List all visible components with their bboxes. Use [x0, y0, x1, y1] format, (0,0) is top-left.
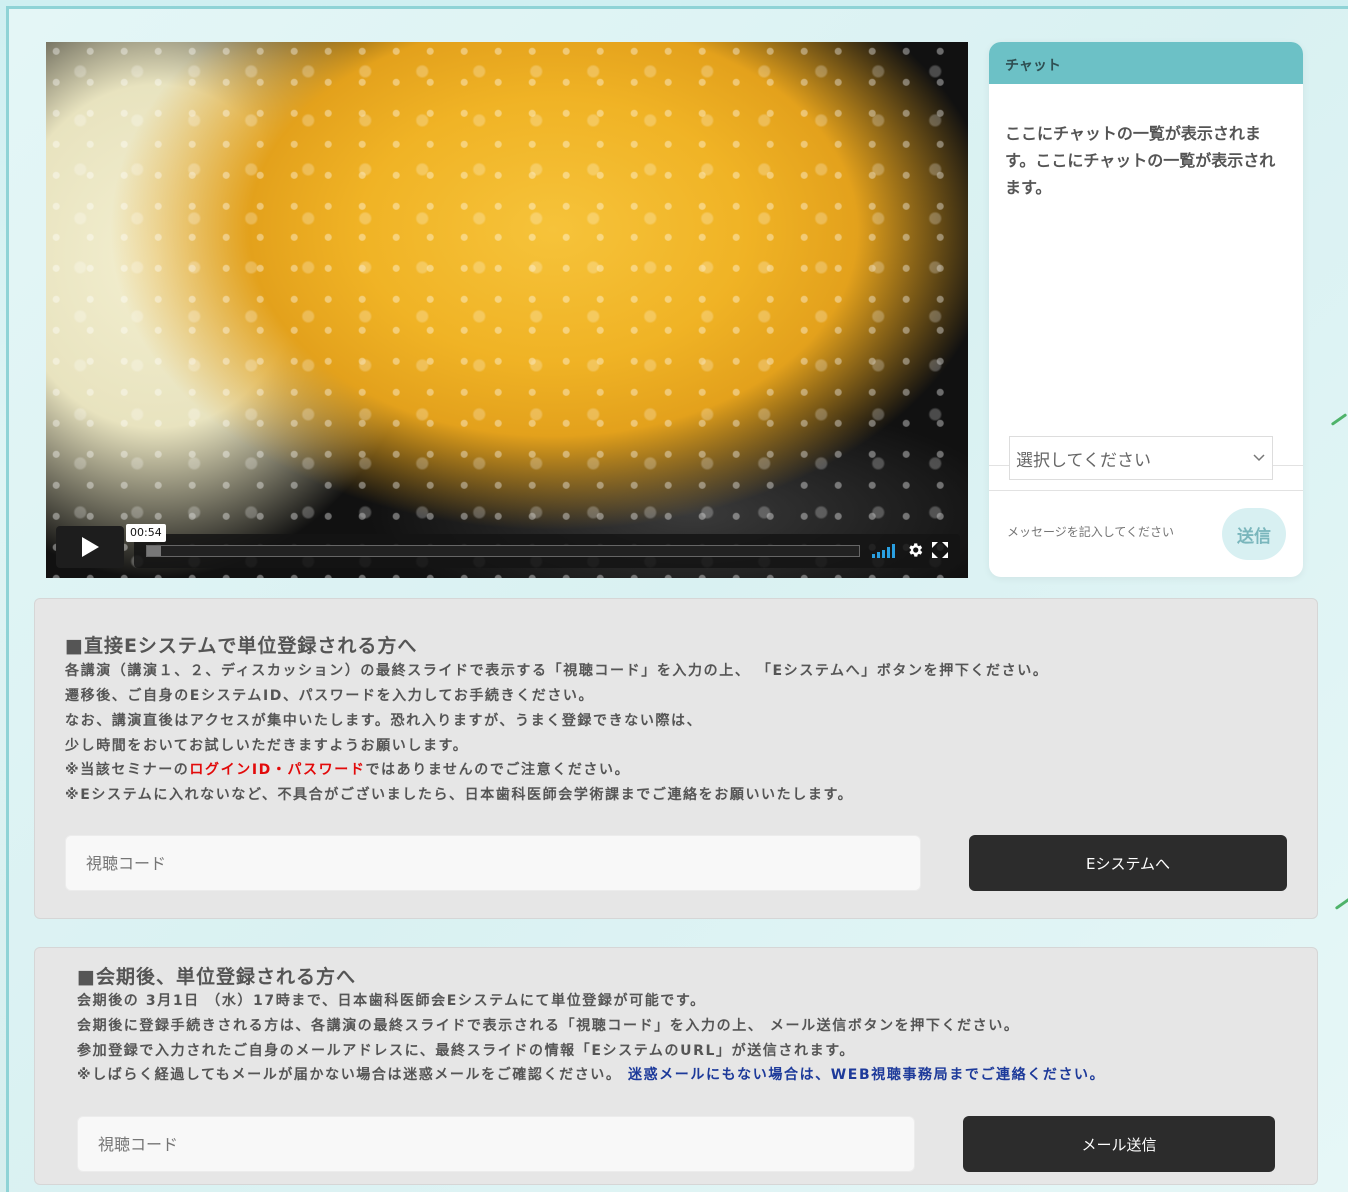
section2-line1: 会期後の 3月1日 （水）17時まで、日本歯科医師会Eシステムにて単位登録が可能… — [77, 993, 706, 1009]
section2-line4: ※しばらく経過してもメールが届かない場合は迷惑メールをご確認ください。 迷惑メー… — [77, 1067, 1106, 1083]
e-system-button[interactable]: Eシステムへ — [969, 835, 1287, 891]
section2-title: ■会期後、単位登録される方へ — [77, 966, 356, 988]
chat-panel: チャット ここにチャットの一覧が表示されます。ここにチャットの一覧が表示されます… — [989, 42, 1303, 577]
chat-message-input[interactable] — [1007, 518, 1207, 546]
video-player[interactable]: 00:54 — [46, 42, 968, 578]
play-button[interactable] — [56, 526, 124, 568]
fullscreen-icon[interactable] — [932, 542, 948, 558]
chat-divider — [989, 490, 1303, 491]
direct-registration-panel: ■直接Eシステムで単位登録される方へ 各講演（講演１、２、ディスカッション）の最… — [34, 598, 1318, 919]
video-progress-bar[interactable] — [146, 545, 860, 557]
gear-icon[interactable] — [906, 541, 924, 559]
video-progress-fill — [147, 546, 162, 556]
play-icon — [82, 537, 99, 557]
chat-select-value: 選択してください — [1016, 450, 1151, 471]
video-frame-image — [46, 42, 968, 578]
video-timecode: 00:54 — [126, 524, 166, 542]
section1-title: ■直接Eシステムで単位登録される方へ — [65, 635, 418, 657]
contact-notice: 迷惑メールにもない場合は、WEB視聴事務局までご連絡ください。 — [627, 1067, 1106, 1083]
login-id-warning: ログインID・パスワード — [189, 762, 366, 778]
section1-line5: ※当該セミナーのログインID・パスワードではありませんのでご注意ください。 — [65, 762, 631, 778]
section1-line1: 各講演（講演１、２、ディスカッション）の最終スライドで表示する「視聴コード」を入… — [65, 663, 1049, 679]
section1-line6: ※Eシステムに入れないなど、不具合がございましたら、日本歯科医師会学術課までご連… — [65, 787, 854, 803]
viewing-code-input[interactable] — [65, 835, 921, 891]
section1-line2: 遷移後、ご自身のEシステムID、パスワードを入力してお手続きください。 — [65, 688, 595, 704]
section1-line3: なお、講演直後はアクセスが集中いたします。恐れ入りますが、うまく登録できない際は… — [65, 713, 703, 729]
section2-line3: 参加登録で入力されたご自身のメールアドレスに、最終スライドの情報「EシステムのU… — [77, 1043, 855, 1059]
chat-message-list: ここにチャットの一覧が表示されます。ここにチャットの一覧が表示されます。 — [989, 84, 1303, 466]
chat-header: チャット — [989, 42, 1303, 84]
chat-send-button[interactable]: 送信 — [1222, 508, 1286, 560]
send-mail-button[interactable]: メール送信 — [963, 1116, 1275, 1172]
section1-line4: 少し時間をおいてお試しいただきますようお願いします。 — [65, 738, 469, 754]
section2-line2: 会期後に登録手続きされる方は、各講演の最終スライドで表示される「視聴コード」を入… — [77, 1018, 1020, 1034]
post-session-registration-panel: ■会期後、単位登録される方へ 会期後の 3月1日 （水）17時まで、日本歯科医師… — [34, 947, 1318, 1185]
volume-icon[interactable] — [872, 542, 898, 558]
viewing-code-input-2[interactable] — [77, 1116, 915, 1172]
chat-recipient-select[interactable]: 選択してください — [1009, 436, 1273, 480]
chevron-down-icon — [1253, 454, 1265, 462]
